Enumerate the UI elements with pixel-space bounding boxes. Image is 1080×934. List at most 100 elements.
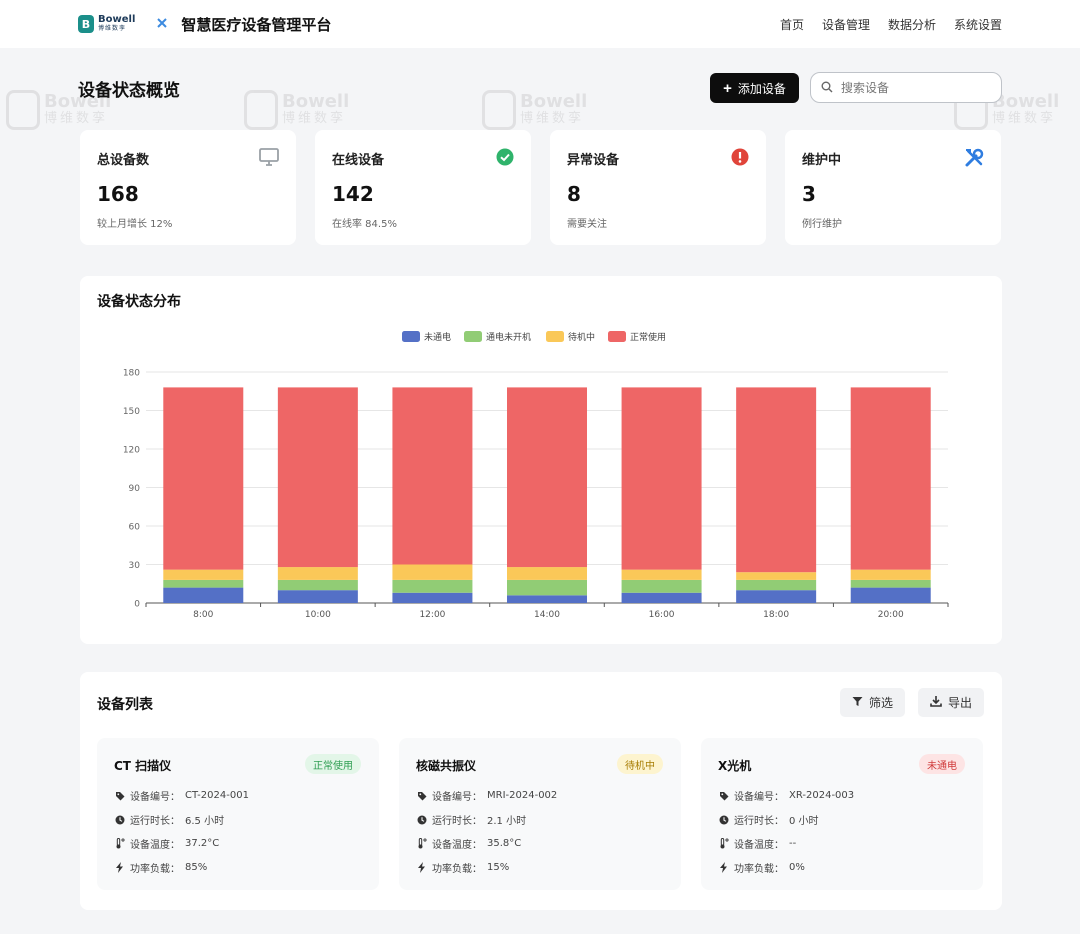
bolt-icon: [114, 862, 125, 873]
clock-icon: [416, 815, 427, 825]
device-row-runtime: 运行时长： 6.5 小时: [114, 812, 224, 827]
brand-logo-text: Bowell 博维数孪: [98, 15, 135, 33]
row-value: 85%: [185, 862, 208, 873]
tag-icon: [718, 791, 729, 801]
y-tick-label: 120: [123, 446, 140, 456]
export-button[interactable]: 导出: [918, 688, 985, 717]
watermark: Bowell 博维数孪: [482, 90, 587, 130]
y-tick-label: 0: [134, 600, 140, 610]
thermometer-icon: [114, 838, 125, 849]
status-badge: 待机中: [617, 754, 663, 774]
main-nav: 首页 设备管理 数据分析 系统设置: [780, 16, 1002, 33]
filter-label: 筛选: [869, 696, 894, 710]
tools-icon: [964, 148, 984, 172]
bar-segment: [163, 569, 244, 580]
bar-segment: [392, 564, 473, 580]
device-name: CT 扫描仪: [114, 759, 172, 773]
status-stacked-bar-chart: 0 30 60 90 120 150 180 8:00 10:00 12:00 14:00 16:00…: [123, 331, 949, 620]
row-value: 0%: [789, 862, 805, 873]
x-tick-label: 14:00: [534, 610, 560, 620]
stat-card-total[interactable]: 总设备数 168 较上月增长 12%: [80, 130, 296, 245]
y-tick-label: 150: [123, 407, 140, 417]
clock-icon: [718, 815, 729, 825]
stat-sub: 例行维护: [802, 219, 842, 230]
legend-label: 未通电: [424, 331, 451, 343]
row-value: 2.1 小时: [487, 816, 527, 827]
search-box[interactable]: [810, 72, 1002, 103]
status-badge: 未通电: [919, 754, 965, 774]
stat-value: 3: [802, 182, 816, 206]
tag-icon: [114, 791, 125, 801]
app-title: 智慧医疗设备管理平台: [181, 15, 332, 34]
bar-segment: [621, 387, 702, 570]
export-label: 导出: [948, 696, 973, 710]
add-device-button[interactable]: + 添加设备: [710, 73, 799, 103]
nav-item-analytics[interactable]: 数据分析: [888, 16, 936, 33]
bar-segment: [507, 595, 587, 603]
device-row-power: 功率负载： 15%: [416, 860, 509, 875]
list-section-title: 设备列表: [97, 697, 153, 713]
row-value: 6.5 小时: [185, 816, 225, 827]
row-label: 设备编号：: [130, 792, 180, 803]
monitor-icon: [259, 148, 279, 170]
row-label: 功率负载：: [432, 864, 482, 875]
row-label: 功率负载：: [734, 864, 784, 875]
search-input[interactable]: [841, 80, 981, 95]
thermometer-icon: [416, 838, 427, 849]
row-label: 设备温度：: [130, 840, 180, 851]
bar-segment: [277, 387, 358, 568]
device-card-ct[interactable]: CT 扫描仪 正常使用 设备编号： CT-2024-001 运行时长： 6.5 小时…: [97, 738, 379, 890]
bar-segment: [621, 579, 702, 593]
device-row-runtime: 运行时长： 2.1 小时: [416, 812, 526, 827]
row-label: 运行时长：: [432, 816, 482, 827]
legend-label: 通电未开机: [486, 331, 531, 343]
device-card-mri[interactable]: 核磁共振仪 待机中 设备编号： MRI-2024-002 运行时长： 2.1 小时 …: [399, 738, 681, 890]
device-row-id: 设备编号： XR-2024-003: [718, 788, 854, 803]
device-row-temp: 设备温度： --: [718, 836, 796, 851]
stat-label: 异常设备: [567, 153, 620, 168]
bar-segment: [277, 590, 358, 603]
bar-segment: [392, 592, 473, 603]
bolt-icon: [416, 862, 427, 873]
brand-logo[interactable]: B Bowell 博维数孪: [78, 15, 135, 33]
row-value: 37.2°C: [185, 838, 220, 849]
bar-segment: [507, 387, 587, 568]
tag-icon: [416, 791, 427, 801]
brand-name-cn: 博维数孪: [98, 25, 127, 32]
stat-card-online[interactable]: 在线设备 142 在线率 84.5%: [315, 130, 531, 245]
nav-item-settings[interactable]: 系统设置: [954, 16, 1002, 33]
row-label: 设备温度：: [734, 840, 784, 851]
y-tick-label: 90: [129, 484, 141, 494]
thermometer-icon: [718, 838, 729, 849]
row-label: 设备温度：: [432, 840, 482, 851]
device-row-power: 功率负载： 85%: [114, 860, 207, 875]
y-tick-label: 60: [129, 523, 141, 533]
device-card-xray[interactable]: X光机 未通电 设备编号： XR-2024-003 运行时长： 0 小时 设备温度：…: [701, 738, 983, 890]
nav-item-home[interactable]: 首页: [780, 16, 804, 33]
stat-sub: 在线率 84.5%: [332, 219, 397, 230]
bar-segment: [850, 569, 931, 580]
device-list-panel: 设备列表 筛选 导出 CT 扫描仪 正常使用 设备编号： CT-2024-001 …: [80, 672, 1002, 910]
search-icon: [821, 78, 833, 97]
legend-label: 正常使用: [630, 331, 666, 343]
y-tick-label: 30: [129, 561, 141, 571]
row-value: 15%: [487, 862, 510, 873]
row-label: 运行时长：: [734, 816, 784, 827]
clock-icon: [114, 815, 125, 825]
cross-icon: [157, 17, 168, 31]
legend-swatch: [464, 331, 482, 342]
bar-segment: [621, 592, 702, 603]
x-tick-label: 12:00: [419, 610, 445, 620]
bolt-icon: [718, 862, 729, 873]
stat-sub: 需要关注: [567, 219, 607, 230]
bar-segment: [163, 587, 244, 603]
bar-segment: [621, 569, 702, 580]
row-label: 设备编号：: [734, 792, 784, 803]
stat-card-abnormal[interactable]: 异常设备 8 需要关注: [550, 130, 766, 245]
row-value: 35.8°C: [487, 838, 522, 849]
nav-item-devices[interactable]: 设备管理: [822, 16, 870, 33]
bar-segment: [850, 387, 931, 570]
legend-swatch: [402, 331, 420, 342]
stat-card-maintenance[interactable]: 维护中 3 例行维护: [785, 130, 1001, 245]
filter-button[interactable]: 筛选: [840, 688, 906, 717]
